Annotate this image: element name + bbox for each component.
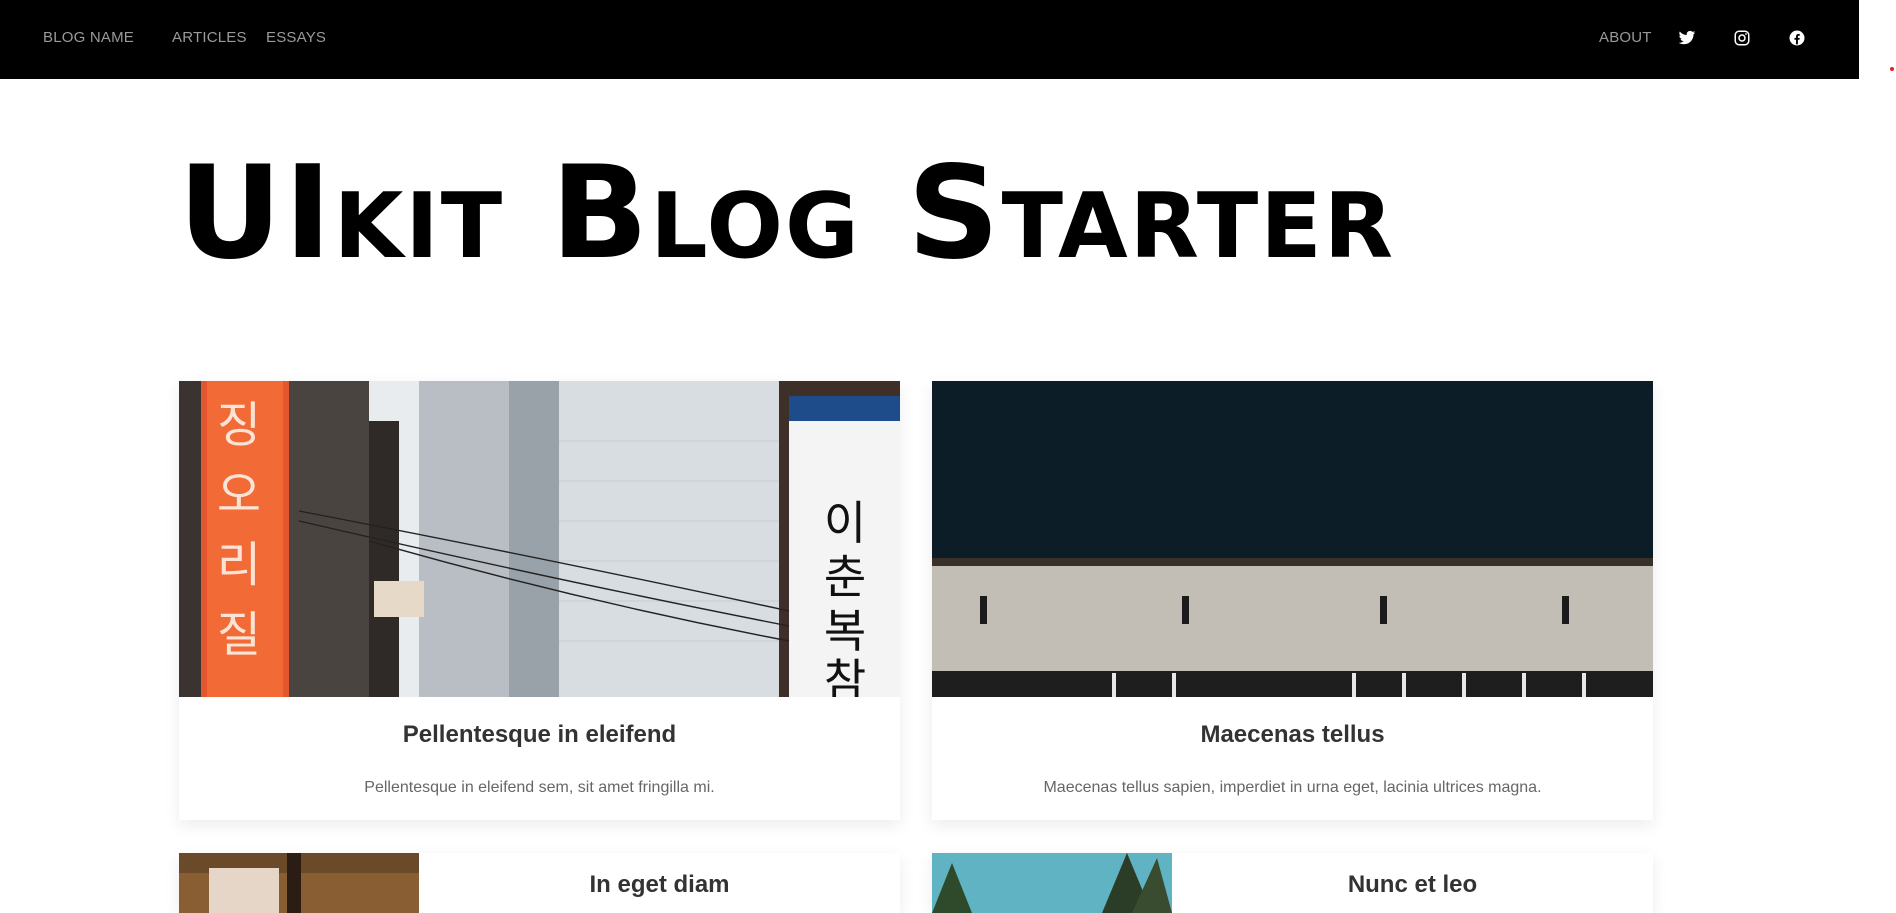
svg-text:질: 질 bbox=[217, 607, 261, 663]
card-excerpt: Maecenas tellus sapien, imperdiet in urn… bbox=[1043, 779, 1542, 796]
card-title[interactable]: In eget diam bbox=[419, 871, 900, 899]
card-image bbox=[932, 853, 1172, 913]
instagram-icon[interactable] bbox=[1733, 29, 1751, 47]
svg-text:오: 오 bbox=[217, 467, 261, 523]
nav-item-articles[interactable]: ARTICLES bbox=[172, 0, 247, 79]
card-title[interactable]: Maecenas tellus bbox=[932, 721, 1653, 749]
article-card[interactable]: Maecenas tellus Maecenas tellus sapien, … bbox=[932, 381, 1653, 820]
page-title: UIkit Blog Starter bbox=[178, 139, 1396, 288]
card-image bbox=[932, 381, 1653, 697]
svg-text:이: 이 bbox=[824, 496, 866, 550]
card-image bbox=[179, 853, 419, 913]
facebook-icon[interactable] bbox=[1788, 29, 1806, 47]
accent-dot bbox=[1890, 67, 1894, 71]
card-excerpt: Pellentesque in eleifend sem, sit amet f… bbox=[364, 779, 715, 796]
nav-item-essays[interactable]: ESSAYS bbox=[266, 0, 326, 79]
nav-item-about[interactable]: ABOUT bbox=[1599, 0, 1652, 79]
article-card[interactable]: Nunc et leo bbox=[932, 853, 1653, 913]
card-title[interactable]: Nunc et leo bbox=[1172, 871, 1653, 899]
card-title[interactable]: Pellentesque in eleifend bbox=[179, 721, 900, 749]
navbar: BLOG NAME ARTICLES ESSAYS ABOUT bbox=[0, 0, 1859, 79]
svg-text:참: 참 bbox=[824, 654, 866, 697]
svg-text:춘: 춘 bbox=[824, 550, 866, 604]
svg-text:리: 리 bbox=[217, 537, 261, 593]
article-card[interactable]: 징 오 리 질 이 춘 복 참 Pellentesque in eleifend… bbox=[179, 381, 900, 820]
brand-link[interactable]: BLOG NAME bbox=[43, 0, 134, 79]
twitter-icon[interactable] bbox=[1678, 29, 1696, 47]
card-image: 징 오 리 질 이 춘 복 참 bbox=[179, 381, 900, 697]
article-card[interactable]: In eget diam bbox=[179, 853, 900, 913]
svg-text:징: 징 bbox=[217, 397, 261, 453]
svg-text:복: 복 bbox=[824, 604, 866, 658]
